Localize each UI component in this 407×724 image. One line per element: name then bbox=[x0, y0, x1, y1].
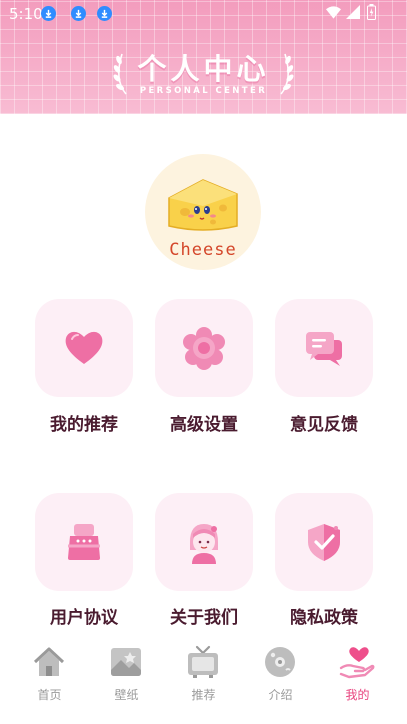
tab-label: 我的 bbox=[345, 688, 370, 702]
cheese-icon bbox=[168, 179, 238, 231]
menu-label: 用户协议 bbox=[50, 608, 118, 628]
tab-label: 介绍 bbox=[268, 688, 293, 702]
signal-icon bbox=[346, 5, 360, 19]
menu-user-agreement-button[interactable] bbox=[35, 493, 133, 591]
tab-intro[interactable]: 介绍 bbox=[240, 640, 321, 710]
home-icon bbox=[33, 647, 65, 676]
menu-feedback-button[interactable] bbox=[275, 299, 373, 397]
title-block: 个人中心 PERSONAL CENTER bbox=[0, 44, 407, 104]
tab-mine[interactable]: 我的 bbox=[317, 640, 398, 710]
tab-wallpaper[interactable]: 壁纸 bbox=[86, 640, 167, 710]
hand-heart-icon bbox=[339, 647, 375, 679]
tab-bar: 首页 壁纸 推荐 介绍 我的 bbox=[0, 640, 407, 724]
menu-label: 高级设置 bbox=[170, 415, 238, 435]
laurel-right-icon bbox=[280, 53, 294, 95]
battery-icon bbox=[367, 4, 376, 20]
chat-icon bbox=[306, 332, 342, 366]
heart-icon bbox=[65, 331, 103, 364]
wifi-icon bbox=[326, 6, 341, 19]
page-title: 个人中心 bbox=[137, 52, 270, 86]
shield-icon bbox=[308, 524, 340, 561]
menu-my-recommend-button[interactable] bbox=[35, 299, 133, 397]
tab-label: 壁纸 bbox=[114, 688, 139, 702]
tab-recommend[interactable]: 推荐 bbox=[163, 640, 244, 710]
tab-label: 首页 bbox=[37, 688, 62, 702]
download-icon bbox=[97, 6, 112, 21]
header: 5:10 个人中心 PERSONAL CENTER bbox=[0, 0, 407, 114]
flower-icon bbox=[183, 327, 225, 370]
status-bar: 5:10 bbox=[0, 0, 407, 28]
menu-label: 关于我们 bbox=[170, 608, 238, 628]
tab-label: 推荐 bbox=[191, 688, 216, 702]
status-time: 5:10 bbox=[9, 5, 43, 23]
menu-label: 意见反馈 bbox=[290, 415, 358, 435]
menu-privacy-policy-button[interactable] bbox=[275, 493, 373, 591]
download-icon bbox=[41, 6, 56, 21]
menu-label: 隐私政策 bbox=[290, 608, 358, 628]
menu-advanced-settings-button[interactable] bbox=[155, 299, 253, 397]
menu-about-us-button[interactable] bbox=[155, 493, 253, 591]
avatar-name: Cheese bbox=[169, 240, 237, 260]
page-subtitle: PERSONAL CENTER bbox=[139, 86, 268, 96]
disc-icon bbox=[265, 647, 295, 677]
wallpaper-icon bbox=[111, 648, 141, 676]
girl-icon bbox=[190, 524, 218, 564]
tv-icon bbox=[188, 645, 218, 678]
tab-home[interactable]: 首页 bbox=[9, 640, 90, 710]
avatar[interactable]: Cheese bbox=[145, 154, 261, 270]
menu-label: 我的推荐 bbox=[50, 415, 118, 435]
download-icon bbox=[71, 6, 86, 21]
bag-icon bbox=[68, 524, 100, 560]
